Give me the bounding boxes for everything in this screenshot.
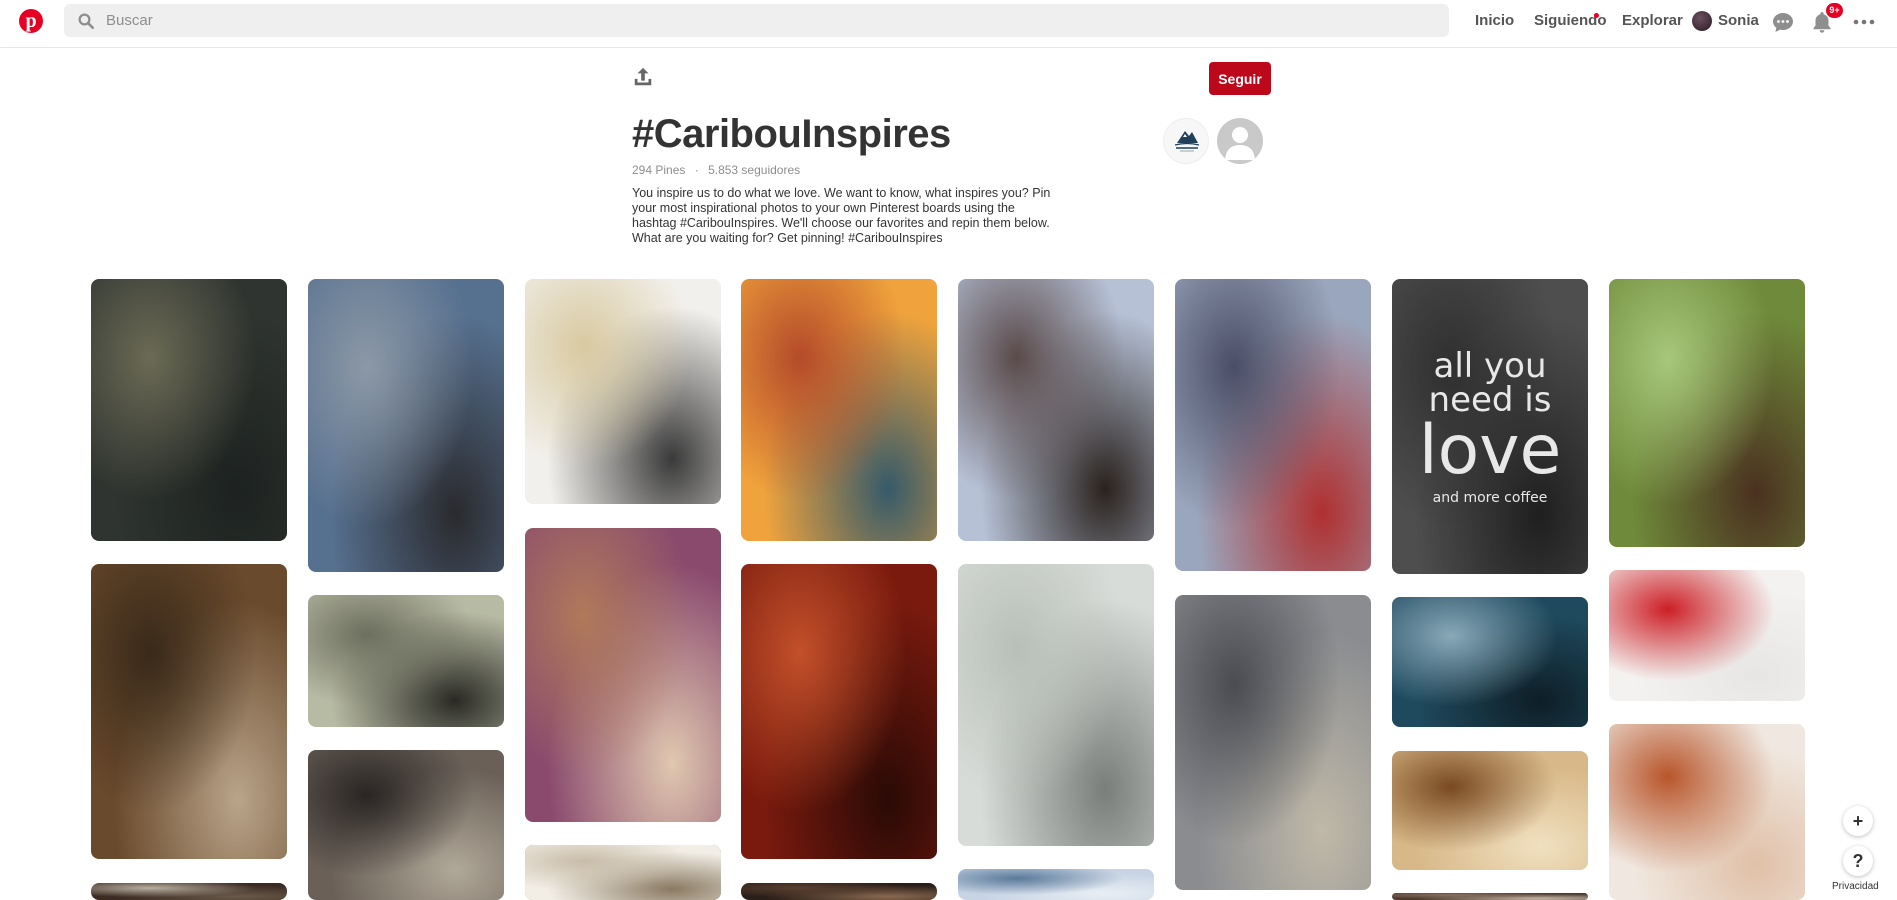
pin-red-popsicle[interactable] — [1609, 570, 1805, 701]
pin-canyon-dusk[interactable] — [958, 279, 1154, 541]
pin-vintage-scissors-box[interactable] — [91, 564, 287, 859]
pin-park-classic-cars[interactable] — [1609, 279, 1805, 547]
more-options-icon[interactable] — [1852, 10, 1876, 34]
nav-user-link[interactable]: Sonia — [1718, 12, 1759, 29]
caribou-logo-icon — [1174, 131, 1200, 152]
create-pin-button[interactable]: + — [1843, 806, 1873, 836]
search-input[interactable] — [106, 4, 1406, 37]
pin-sunset-picnic[interactable] — [741, 279, 937, 541]
following-indicator-dot — [1594, 13, 1599, 18]
caribou-owner-avatar[interactable] — [1163, 118, 1209, 164]
pin-vintage-bicycle[interactable] — [308, 595, 504, 727]
pin-kitchen-shelf-jars[interactable] — [525, 279, 721, 504]
pinterest-logo-icon[interactable]: p — [19, 9, 43, 33]
share-upload-icon[interactable] — [632, 66, 654, 88]
pin-leather-notebook[interactable] — [308, 750, 504, 900]
pin-partial-pin-light[interactable] — [525, 845, 721, 900]
user-avatar[interactable] — [1692, 11, 1712, 31]
pin-steaming-coffee[interactable] — [1392, 751, 1588, 870]
notifications-badge: 9+ — [1826, 3, 1843, 18]
board-description: You inspire us to do what we love. We wa… — [632, 186, 1051, 245]
help-button[interactable]: ? — [1843, 846, 1873, 876]
pin-soup-bowl[interactable] — [1609, 724, 1805, 900]
search-bar[interactable] — [64, 4, 1449, 37]
collaborator-avatar[interactable] — [1217, 118, 1263, 164]
pin-paintbrushes-hand[interactable] — [1175, 279, 1371, 571]
messages-icon[interactable] — [1771, 10, 1795, 34]
pin-partial-pin-dark[interactable] — [741, 883, 937, 900]
pin-partial-pin-brown[interactable] — [1392, 893, 1588, 900]
top-nav-bar: p Inicio Siguiendo Explorar Sonia 9+ — [0, 0, 1897, 48]
pin-turntable-record[interactable] — [1392, 597, 1588, 727]
pin-stack-of-old-books[interactable] — [525, 528, 721, 822]
followers-count[interactable]: 5.853 seguidores — [708, 163, 800, 177]
pin-sunset-clouds-sky[interactable] — [308, 279, 504, 572]
pin-partial-pin[interactable] — [91, 883, 287, 900]
pin-all-you-need-is-love-chalkboard[interactable]: all you need is love and more coffee — [1392, 279, 1588, 574]
pins-count: 294 Pines — [632, 163, 686, 177]
pin-chalk-text: all you need is love and more coffee — [1418, 346, 1562, 506]
default-user-icon — [1225, 127, 1255, 160]
board-stats: 294 Pines · 5.853 seguidores — [632, 163, 800, 177]
search-icon — [78, 13, 95, 30]
pin-baby-breath-vases[interactable] — [958, 564, 1154, 846]
privacy-link[interactable]: Privacidad — [1832, 881, 1879, 892]
nav-home-link[interactable]: Inicio — [1475, 12, 1514, 29]
pin-partial-pin-sky[interactable] — [958, 869, 1154, 900]
pin-violin-closeup[interactable] — [741, 564, 937, 859]
nav-explore-link[interactable]: Explorar — [1622, 12, 1683, 29]
pin-children-on-old-car[interactable] — [91, 279, 287, 541]
pin-vinyl-records-shelf[interactable] — [1175, 595, 1371, 890]
board-title: #CaribouInspires — [632, 112, 951, 156]
stats-separator: · — [694, 163, 699, 177]
follow-button[interactable]: Seguir — [1209, 62, 1271, 95]
